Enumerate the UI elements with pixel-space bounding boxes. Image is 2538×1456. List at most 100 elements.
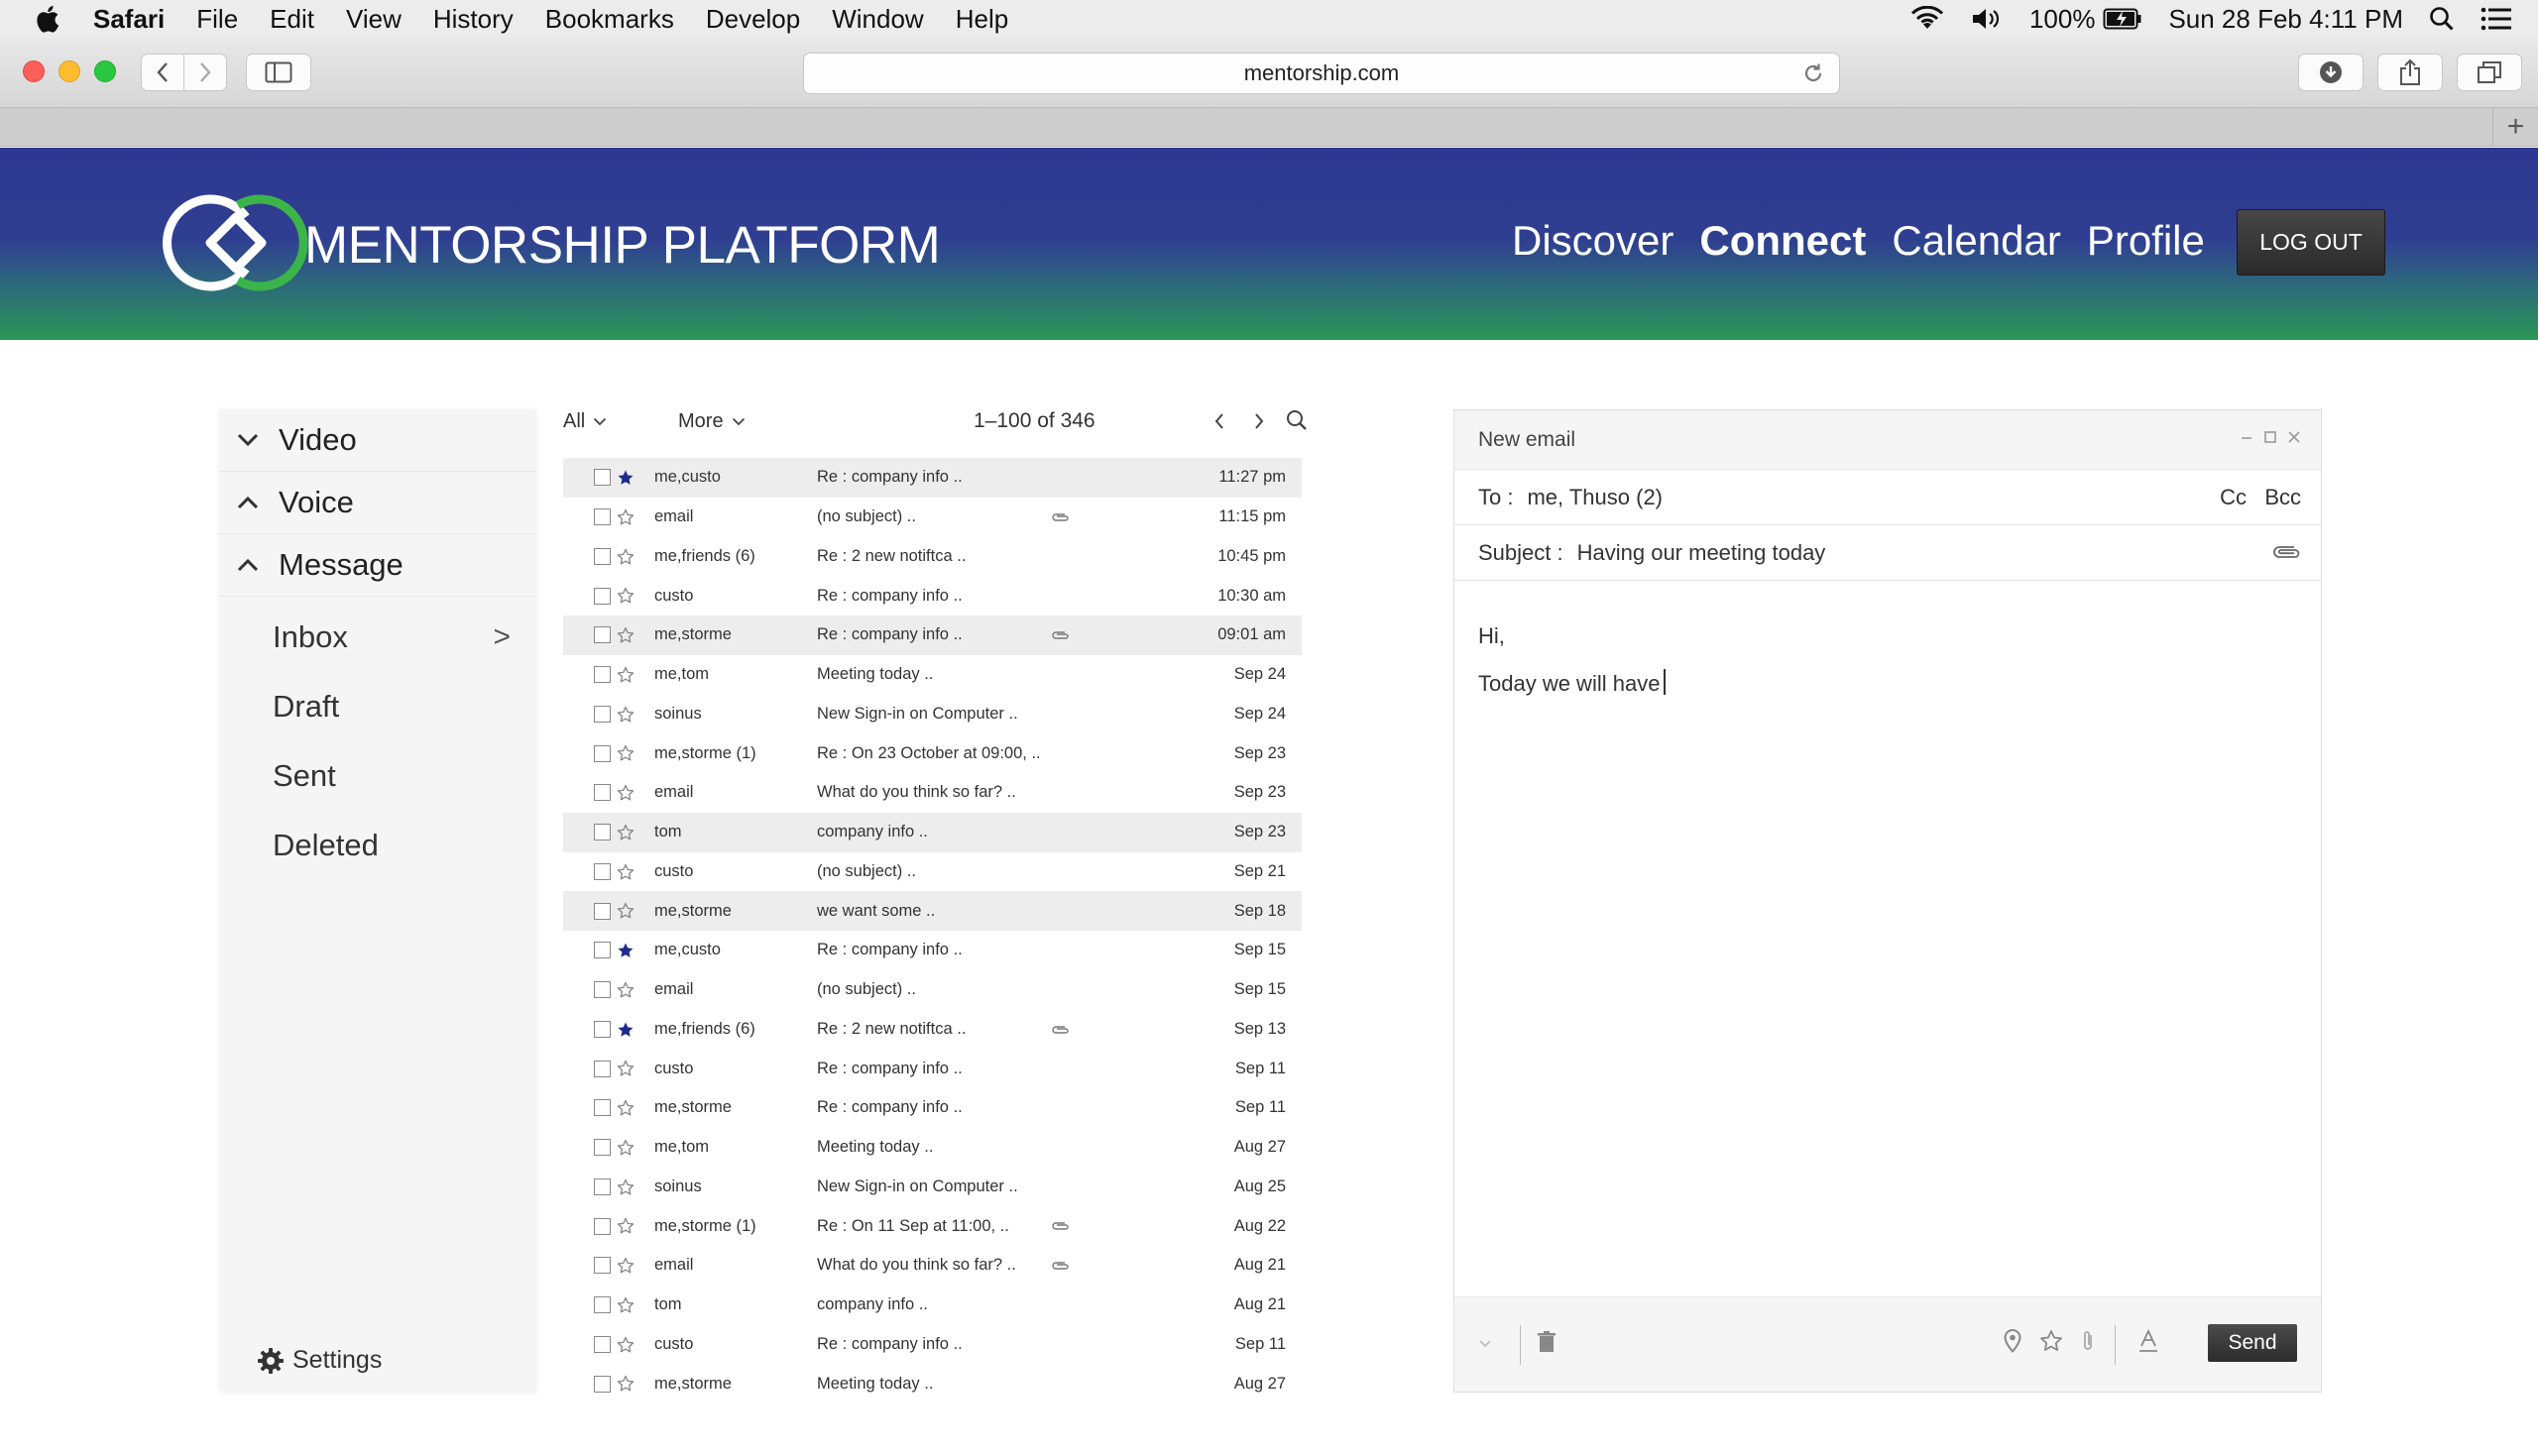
mail-checkbox[interactable] (594, 824, 611, 841)
star-outline-icon[interactable] (617, 1375, 634, 1393)
star-outline-icon[interactable] (617, 1139, 634, 1157)
nav-connect[interactable]: Connect (1699, 217, 1866, 265)
mail-row[interactable]: email What do you think so far? .. Aug 21 (563, 1246, 1302, 1286)
trash-icon[interactable] (1538, 1331, 1556, 1353)
mail-row[interactable]: custo Re : company info .. Sep 11 (563, 1049, 1302, 1088)
back-button[interactable] (141, 54, 184, 91)
nav-profile[interactable]: Profile (2087, 217, 2205, 265)
mail-search-button[interactable] (1277, 408, 1309, 432)
filter-all-dropdown[interactable]: All (563, 410, 607, 433)
mail-checkbox[interactable] (594, 1257, 611, 1275)
subject-value[interactable]: Having our meeting today (1577, 540, 1826, 566)
compose-body[interactable]: Hi, Today we will have (1454, 581, 2321, 739)
mail-row[interactable]: me,custo Re : company info .. 11:27 pm (563, 458, 1302, 498)
mail-row[interactable]: email (no subject) .. Sep 15 (563, 970, 1302, 1010)
sidebar-item-inbox[interactable]: Inbox > (219, 603, 536, 672)
battery-icon[interactable] (2103, 7, 2142, 31)
mail-checkbox[interactable] (594, 1217, 611, 1235)
notification-center-icon[interactable] (2480, 7, 2512, 31)
brand-name[interactable]: MENTORSHIP PLATFORM (304, 215, 941, 276)
mail-row[interactable]: tom company info .. Aug 21 (563, 1286, 1302, 1325)
star-outline-icon[interactable] (617, 666, 634, 684)
mail-checkbox[interactable] (594, 1375, 611, 1393)
mail-row[interactable]: tom company info .. Sep 23 (563, 812, 1302, 852)
volume-icon[interactable] (1970, 6, 2004, 32)
star-outline-icon[interactable] (617, 548, 634, 566)
star-outline-icon[interactable] (617, 1217, 634, 1235)
send-button[interactable]: Send (2208, 1324, 2297, 1362)
mail-row[interactable]: me,friends (6) Re : 2 new notiftca .. 10:4… (563, 537, 1302, 577)
mail-row[interactable]: custo Re : company info .. 10:30 am (563, 576, 1302, 616)
forward-button[interactable] (183, 54, 227, 91)
mail-checkbox[interactable] (594, 1177, 611, 1195)
window-fullscreen-button[interactable] (94, 60, 116, 82)
mail-row[interactable]: custo (no subject) .. Sep 21 (563, 852, 1302, 892)
cc-button[interactable]: Cc (2220, 485, 2247, 509)
platform-logo-icon[interactable] (151, 187, 329, 298)
menu-help[interactable]: Help (956, 4, 1008, 35)
menu-view[interactable]: View (346, 4, 402, 35)
share-button[interactable] (2377, 54, 2443, 91)
window-minimize-button[interactable] (58, 60, 80, 82)
window-close-button[interactable] (23, 60, 45, 82)
attachment-icon[interactable] (2081, 1329, 2095, 1353)
menu-edit[interactable]: Edit (270, 4, 314, 35)
mail-checkbox[interactable] (594, 469, 611, 487)
menu-file[interactable]: File (196, 4, 238, 35)
more-dropdown[interactable]: More (678, 410, 746, 433)
star-filled-icon[interactable] (617, 942, 634, 959)
mail-checkbox[interactable] (594, 902, 611, 920)
mail-row[interactable]: email What do you think so far? .. Sep 23 (563, 773, 1302, 813)
mail-checkbox[interactable] (594, 1020, 611, 1038)
mail-checkbox[interactable] (594, 1139, 611, 1157)
sidebar-section-message[interactable]: Message (219, 534, 536, 597)
star-outline-icon[interactable] (2039, 1329, 2063, 1353)
star-outline-icon[interactable] (617, 1336, 634, 1354)
minimize-icon[interactable] (2240, 430, 2253, 444)
address-bar[interactable]: mentorship.com (803, 53, 1840, 94)
mail-row[interactable]: me,storme Re : company info .. 09:01 am (563, 616, 1302, 655)
close-icon[interactable] (2287, 430, 2301, 444)
settings-link[interactable]: Settings (257, 1346, 382, 1375)
mail-row[interactable]: me,storme Meeting today .. Aug 27 (563, 1364, 1302, 1403)
star-outline-icon[interactable] (617, 1060, 634, 1077)
mail-checkbox[interactable] (594, 744, 611, 762)
mail-checkbox[interactable] (594, 508, 611, 526)
logout-button[interactable]: LOG OUT (2237, 209, 2385, 276)
mail-checkbox[interactable] (594, 981, 611, 999)
spotlight-icon[interactable] (2429, 6, 2455, 32)
menu-develop[interactable]: Develop (706, 4, 800, 35)
mail-checkbox[interactable] (594, 705, 611, 723)
star-outline-icon[interactable] (617, 1257, 634, 1275)
mail-row[interactable]: me,tom Meeting today .. Aug 27 (563, 1128, 1302, 1168)
mail-row[interactable]: me,storme (1) Re : On 11 Sep at 11:00, ..… (563, 1206, 1302, 1246)
star-outline-icon[interactable] (617, 626, 634, 644)
mail-row[interactable]: soinus New Sign-in on Computer .. Aug 25 (563, 1168, 1302, 1207)
location-pin-icon[interactable] (2004, 1329, 2021, 1353)
to-recipients[interactable]: me, Thuso (2) (1527, 485, 1663, 510)
mail-checkbox[interactable] (594, 587, 611, 605)
chevron-down-icon[interactable] (1478, 1339, 1492, 1349)
menu-history[interactable]: History (433, 4, 514, 35)
star-outline-icon[interactable] (617, 587, 634, 605)
sidebar-item-deleted[interactable]: Deleted (219, 811, 536, 880)
new-tab-button[interactable]: + (2492, 108, 2538, 146)
menu-app-name[interactable]: Safari (93, 4, 165, 35)
star-outline-icon[interactable] (617, 902, 634, 920)
wifi-icon[interactable] (1910, 6, 1944, 32)
text-format-icon[interactable] (2138, 1329, 2158, 1353)
subject-field[interactable]: Subject : Having our meeting today (1454, 525, 2321, 581)
mail-checkbox[interactable] (594, 1296, 611, 1314)
mail-row[interactable]: me,storme (1) Re : On 23 October at 09:00… (563, 733, 1302, 773)
bcc-button[interactable]: Bcc (2264, 485, 2301, 509)
tabs-overview-button[interactable] (2457, 54, 2522, 91)
star-outline-icon[interactable] (617, 508, 634, 526)
mail-row[interactable]: me,storme Re : company info .. Sep 11 (563, 1088, 1302, 1128)
mail-checkbox[interactable] (594, 1060, 611, 1077)
star-outline-icon[interactable] (617, 824, 634, 841)
star-filled-icon[interactable] (617, 469, 634, 487)
mail-checkbox[interactable] (594, 547, 611, 565)
paperclip-icon[interactable] (2271, 543, 2303, 561)
mail-row[interactable]: custo Re : company info .. Sep 11 (563, 1325, 1302, 1365)
mail-checkbox[interactable] (594, 1335, 611, 1353)
